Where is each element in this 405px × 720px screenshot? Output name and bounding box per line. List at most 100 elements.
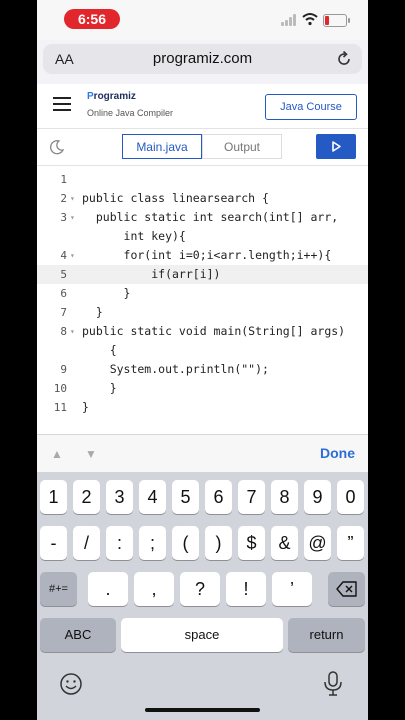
status-time: 6:56 [64, 9, 120, 29]
code-text[interactable]: } [82, 284, 131, 303]
code-text[interactable]: public class linearsearch { [82, 189, 269, 208]
key-24[interactable]: ’ [272, 572, 312, 606]
code-line[interactable]: int key){ [37, 227, 368, 246]
code-line[interactable]: 1 [37, 170, 368, 189]
code-editor[interactable]: 1 2 ▾ public class linearsearch {3 ▾ public … [37, 166, 368, 434]
key-3[interactable]: 4 [139, 480, 166, 514]
line-number: 3 [60, 211, 67, 224]
line-number: 8 [60, 325, 67, 338]
hamburger-icon[interactable] [53, 97, 71, 111]
code-line[interactable]: 3 ▾ public static int search(int[] arr, [37, 208, 368, 227]
key-22[interactable]: ? [180, 572, 220, 606]
key-space[interactable]: space [121, 618, 283, 652]
code-text[interactable]: } [82, 303, 103, 322]
key-16[interactable]: $ [238, 526, 265, 560]
key-2[interactable]: 3 [106, 480, 133, 514]
run-button[interactable] [316, 134, 356, 159]
backspace-key[interactable] [328, 572, 365, 606]
wifi-icon [302, 13, 318, 26]
key-10[interactable]: - [40, 526, 67, 560]
line-number: 5 [60, 268, 67, 281]
line-number: 6 [60, 287, 67, 300]
code-text[interactable]: for(int i=0;i<arr.length;i++){ [82, 246, 332, 265]
programiz-logo[interactable]: Programiz [87, 91, 136, 102]
fold-arrow-icon[interactable]: ▾ [70, 208, 75, 227]
key-15[interactable]: ) [205, 526, 232, 560]
key-4[interactable]: 5 [172, 480, 199, 514]
code-line[interactable]: 9 System.out.println(""); [37, 360, 368, 379]
signal-icon [281, 14, 297, 26]
line-number: 11 [53, 401, 67, 414]
code-text[interactable]: int key){ [82, 227, 186, 246]
key-14[interactable]: ( [172, 526, 199, 560]
key-6[interactable]: 7 [238, 480, 265, 514]
reload-icon[interactable] [336, 50, 352, 68]
fold-arrow-icon[interactable]: ▾ [70, 322, 75, 341]
logo-initial: P [87, 91, 94, 102]
line-number: 7 [60, 306, 67, 319]
code-text[interactable]: System.out.println(""); [82, 360, 269, 379]
url-text[interactable]: programiz.com [43, 50, 362, 67]
key-0[interactable]: 1 [40, 480, 67, 514]
key-1[interactable]: 2 [73, 480, 100, 514]
tab-output[interactable]: Output [202, 134, 282, 159]
line-number: 2 [60, 192, 67, 205]
key-18[interactable]: @ [304, 526, 331, 560]
code-line[interactable]: 2 ▾ public class linearsearch { [37, 189, 368, 208]
play-icon [332, 141, 341, 152]
code-line[interactable]: 5 if(arr[i]) [37, 265, 368, 284]
code-text[interactable]: public static void main(String[] args) [82, 322, 345, 341]
numeric-keyboard: #+= ABC space return 1 2 3 4 5 6 7 8 9 0 - /:;() $ & @… [37, 472, 368, 720]
emoji-icon[interactable] [59, 672, 83, 696]
code-text[interactable]: public static int search(int[] arr, [82, 208, 338, 227]
key-11[interactable]: / [73, 526, 100, 560]
key-abc[interactable]: ABC [40, 618, 116, 652]
chevron-down-icon[interactable]: ▼ [85, 447, 97, 461]
battery-icon [323, 14, 350, 27]
line-number: 9 [60, 363, 67, 376]
key-9[interactable]: 0 [337, 480, 364, 514]
key-symbols-toggle[interactable]: #+= [40, 572, 77, 606]
address-bar[interactable]: AA programiz.com [43, 44, 362, 74]
key-21[interactable]: , [134, 572, 174, 606]
code-line[interactable]: { [37, 341, 368, 360]
code-line[interactable]: 4 ▾ for(int i=0;i<arr.length;i++){ [37, 246, 368, 265]
key-5[interactable]: 6 [205, 480, 232, 514]
chevron-up-icon[interactable]: ▲ [51, 447, 63, 461]
code-line[interactable]: 6 } [37, 284, 368, 303]
tab-main-java[interactable]: Main.java [122, 134, 202, 159]
key-7[interactable]: 8 [271, 480, 298, 514]
key-return[interactable]: return [288, 618, 365, 652]
key-13[interactable]: ; [139, 526, 166, 560]
home-indicator [145, 708, 260, 712]
logo-text: rogramiz [93, 91, 136, 102]
site-header: Programiz Online Java Compiler Java Cour… [37, 84, 368, 129]
line-number: 10 [53, 382, 67, 395]
key-23[interactable]: ! [226, 572, 266, 606]
key-8[interactable]: 9 [304, 480, 331, 514]
line-number: 1 [60, 173, 67, 186]
code-line[interactable]: 10 } [37, 379, 368, 398]
code-line[interactable]: 11} [37, 398, 368, 417]
fold-arrow-icon[interactable]: ▾ [70, 246, 75, 265]
code-line[interactable]: 8 ▾ public static void main(String[] args) [37, 322, 368, 341]
fold-arrow-icon[interactable]: ▾ [70, 189, 75, 208]
key-20[interactable]: . [88, 572, 128, 606]
code-text[interactable]: } [82, 398, 89, 417]
key-12[interactable]: : [106, 526, 133, 560]
backspace-icon [335, 581, 357, 597]
editor-tab-bar: Main.java Output [37, 129, 368, 166]
moon-icon[interactable] [49, 139, 65, 155]
key-17[interactable]: & [271, 526, 298, 560]
done-button[interactable]: Done [320, 445, 355, 461]
key-19[interactable]: ” [337, 526, 364, 560]
code-text[interactable]: if(arr[i]) [82, 265, 220, 284]
code-line[interactable]: 7 } [37, 303, 368, 322]
code-text[interactable]: } [82, 379, 117, 398]
microphone-icon[interactable] [323, 671, 343, 697]
code-text[interactable]: { [82, 341, 117, 360]
java-course-button[interactable]: Java Course [265, 94, 357, 120]
phone-screen: 6:56 AA programiz.com Programiz Online J… [37, 0, 368, 720]
status-bar: 6:56 [37, 0, 368, 40]
site-subtitle: Online Java Compiler [87, 108, 174, 118]
